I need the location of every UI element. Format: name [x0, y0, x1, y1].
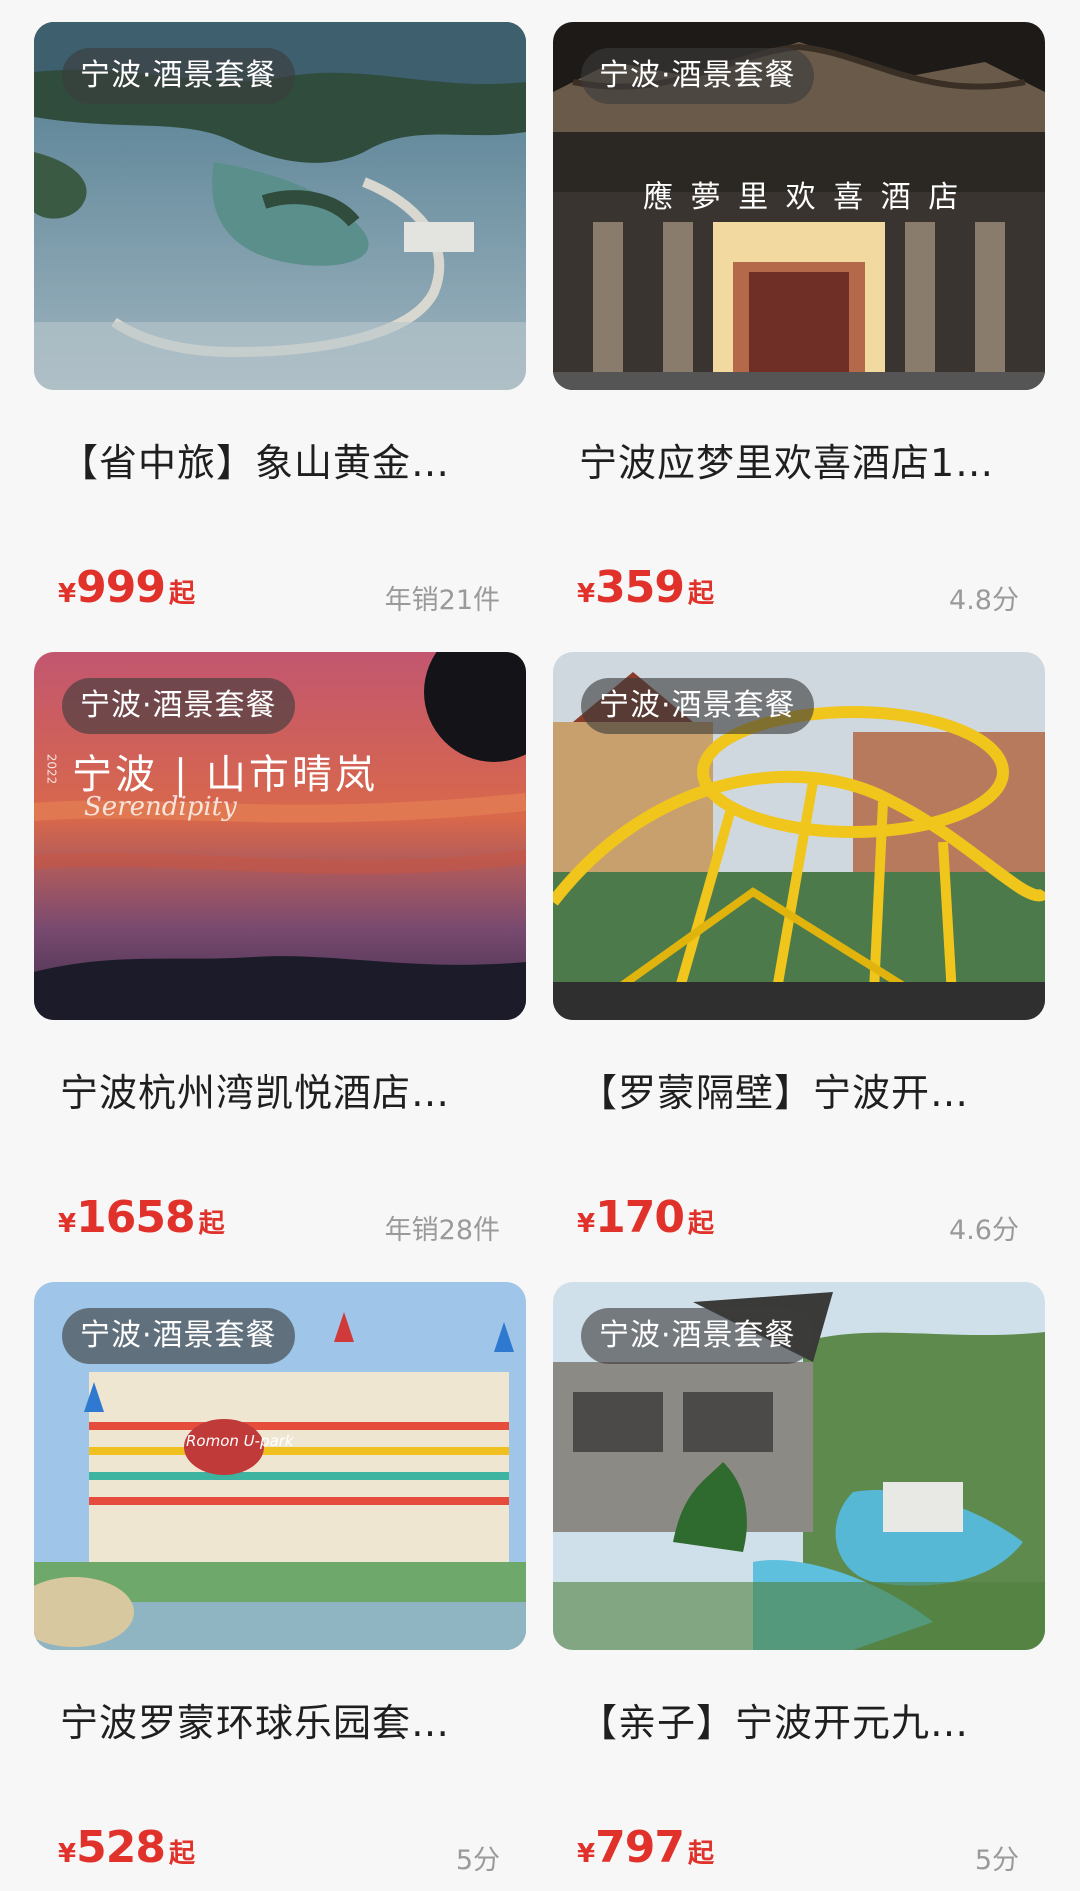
product-grid: 宁波·酒景套餐 【省中旅】象山黄金… ¥999 起 年销21件 應 夢 里 欢 …: [0, 0, 1080, 1891]
currency-symbol: ¥: [577, 579, 596, 609]
price: ¥797 起: [577, 1822, 714, 1873]
park-logo-text: Romon U-park: [186, 1432, 294, 1450]
product-title[interactable]: 【亲子】宁波开元九…: [579, 1692, 999, 1747]
currency-symbol: ¥: [577, 1839, 596, 1869]
price: ¥999 起: [58, 562, 195, 613]
product-title[interactable]: 宁波应梦里欢喜酒店1…: [579, 432, 999, 487]
roller-coaster-photo[interactable]: 宁波·酒景套餐: [553, 652, 1045, 1020]
price: ¥528 起: [58, 1822, 195, 1873]
product-title[interactable]: 宁波罗蒙环球乐园套…: [60, 1692, 480, 1747]
price-suffix: 起: [687, 579, 714, 609]
rating: 5分: [455, 1845, 500, 1876]
resort-pool-photo[interactable]: 宁波·酒景套餐: [553, 1282, 1045, 1650]
price-suffix: 起: [198, 1209, 225, 1239]
price-suffix: 起: [687, 1839, 714, 1869]
price-value: 528: [76, 1822, 166, 1873]
price-suffix: 起: [168, 1839, 195, 1869]
currency-symbol: ¥: [58, 1839, 77, 1869]
image-overlay-year: 2022: [44, 753, 59, 785]
product-title[interactable]: 【省中旅】象山黄金…: [60, 432, 480, 487]
category-tag: 宁波·酒景套餐: [581, 1308, 814, 1364]
sales-count: 年销28件: [384, 1215, 500, 1246]
rating: 5分: [974, 1845, 1019, 1876]
price: ¥1658 起: [58, 1192, 225, 1243]
category-tag: 宁波·酒景套餐: [62, 678, 295, 734]
product-card[interactable]: 宁波·酒景套餐 【亲子】宁波开元九… ¥797 起 5分: [553, 1282, 1045, 1891]
product-card[interactable]: 宁波·酒景套餐 【罗蒙隔壁】宁波开… ¥170 起 4.6分: [553, 652, 1045, 1262]
price-suffix: 起: [168, 579, 195, 609]
image-overlay-script: Serendipity: [84, 792, 237, 822]
sunset-sky-photo[interactable]: 宁波 | 山市晴岚 Serendipity 2022 宁波·酒景套餐: [34, 652, 526, 1020]
product-card[interactable]: 宁波 | 山市晴岚 Serendipity 2022 宁波·酒景套餐 宁波杭州湾…: [34, 652, 526, 1262]
category-tag: 宁波·酒景套餐: [581, 678, 814, 734]
product-title[interactable]: 【罗蒙隔壁】宁波开…: [579, 1062, 999, 1117]
sales-count: 年销21件: [384, 585, 500, 616]
product-card[interactable]: 應 夢 里 欢 喜 酒 店 宁波·酒景套餐 宁波应梦里欢喜酒店1… ¥359 起 …: [553, 22, 1045, 632]
price-value: 1658: [76, 1192, 195, 1243]
currency-symbol: ¥: [58, 579, 77, 609]
category-tag: 宁波·酒景套餐: [581, 48, 814, 104]
currency-symbol: ¥: [58, 1209, 77, 1239]
rating: 4.6分: [949, 1215, 1019, 1246]
product-card[interactable]: Romon U-park 宁波·酒景套餐 宁波罗蒙环球乐园套… ¥528 起 5分: [34, 1282, 526, 1891]
price-suffix: 起: [687, 1209, 714, 1239]
theme-park-castle-photo[interactable]: Romon U-park 宁波·酒景套餐: [34, 1282, 526, 1650]
price: ¥359 起: [577, 562, 714, 613]
price-value: 170: [595, 1192, 685, 1243]
price-value: 359: [595, 562, 685, 613]
coastal-harbor-photo[interactable]: 宁波·酒景套餐: [34, 22, 526, 390]
price: ¥170 起: [577, 1192, 714, 1243]
hotel-sign-text: 應 夢 里 欢 喜 酒 店: [643, 180, 963, 215]
price-value: 797: [595, 1822, 685, 1873]
category-tag: 宁波·酒景套餐: [62, 1308, 295, 1364]
currency-symbol: ¥: [577, 1209, 596, 1239]
hotel-entrance-photo[interactable]: 應 夢 里 欢 喜 酒 店 宁波·酒景套餐: [553, 22, 1045, 390]
product-card[interactable]: 宁波·酒景套餐 【省中旅】象山黄金… ¥999 起 年销21件: [34, 22, 526, 632]
rating: 4.8分: [949, 585, 1019, 616]
product-title[interactable]: 宁波杭州湾凯悦酒店…: [60, 1062, 480, 1117]
category-tag: 宁波·酒景套餐: [62, 48, 295, 104]
price-value: 999: [76, 562, 166, 613]
